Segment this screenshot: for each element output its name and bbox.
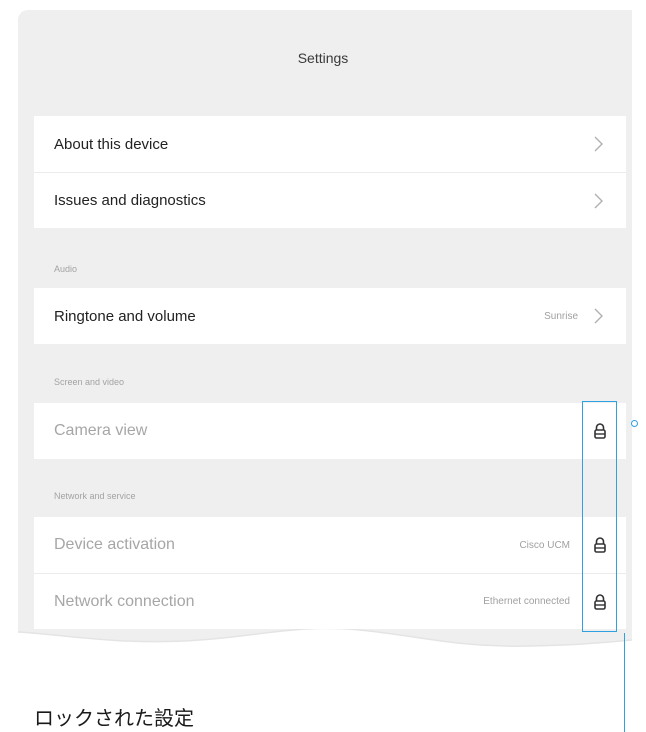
section-label-network-service: Network and service bbox=[54, 491, 136, 501]
chevron-right-icon bbox=[594, 193, 603, 209]
settings-item-device-activation: Device activation Cisco UCM bbox=[34, 517, 626, 573]
page-title: Settings bbox=[297, 50, 349, 66]
settings-item-camera-view: Camera view bbox=[34, 403, 626, 459]
chevron-right-icon bbox=[594, 308, 603, 324]
settings-item-about[interactable]: About this device bbox=[34, 116, 626, 172]
network-service-group: Device activation Cisco UCM Network conn… bbox=[34, 517, 626, 629]
settings-item-value: Ethernet connected bbox=[483, 596, 570, 607]
callout-line bbox=[624, 633, 625, 732]
audio-group: Ringtone and volume Sunrise bbox=[34, 288, 626, 344]
settings-item-label: Issues and diagnostics bbox=[54, 192, 206, 209]
section-label-screen-video: Screen and video bbox=[54, 377, 125, 387]
settings-item-value: Sunrise bbox=[544, 310, 578, 322]
chevron-right-icon bbox=[594, 136, 603, 152]
settings-item-label: Device activation bbox=[54, 536, 175, 553]
settings-item-ringtone[interactable]: Ringtone and volume Sunrise bbox=[34, 288, 626, 344]
settings-item-issues[interactable]: Issues and diagnostics bbox=[34, 172, 626, 228]
callout-caption: ロックされた設定 bbox=[34, 706, 194, 730]
settings-item-value: Cisco UCM bbox=[519, 539, 570, 551]
callout-dot bbox=[631, 420, 638, 427]
settings-item-network-connection: Network connection Ethernet connected bbox=[34, 573, 626, 629]
settings-item-label: Ringtone and volume bbox=[54, 307, 196, 325]
section-label-audio: Audio bbox=[54, 264, 78, 274]
settings-item-label: Network connection bbox=[54, 592, 195, 610]
locked-settings-highlight bbox=[582, 401, 617, 632]
settings-item-label: About this device bbox=[54, 135, 169, 153]
general-group: About this device Issues and diagnostics bbox=[34, 116, 626, 228]
screen-video-group: Camera view bbox=[34, 403, 626, 459]
settings-item-label: Camera view bbox=[54, 422, 148, 439]
